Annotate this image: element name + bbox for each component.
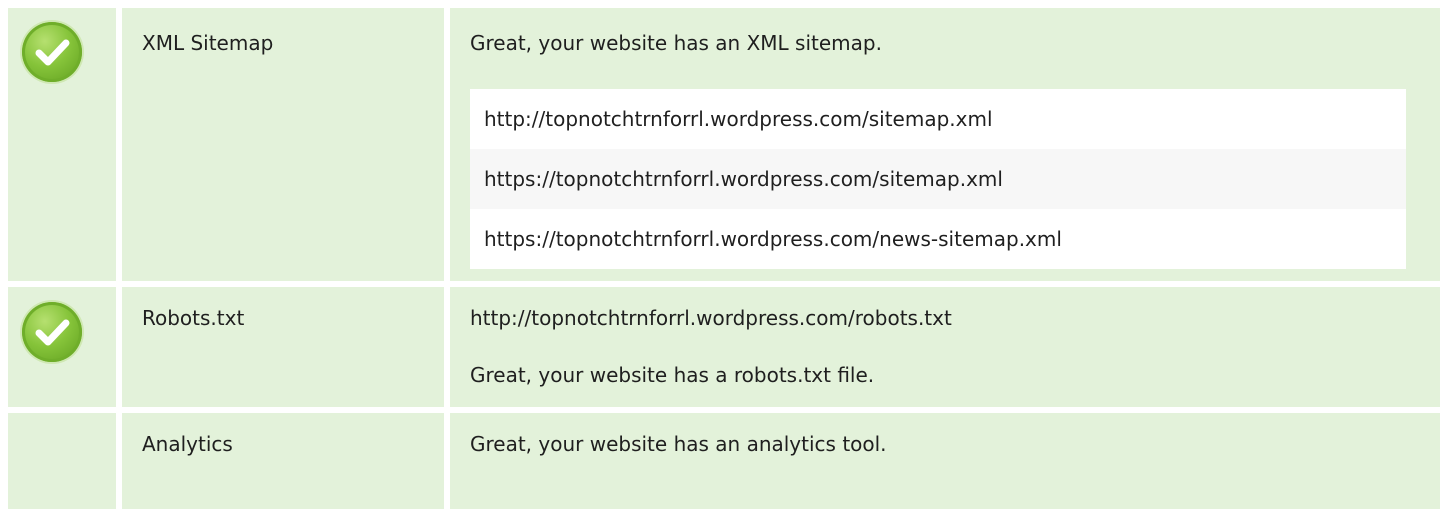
row-label: Robots.txt (142, 306, 245, 330)
result-row-analytics: Analytics Great, your website has an ana… (8, 413, 1440, 509)
check-icon (22, 302, 82, 362)
row-label: Analytics (142, 432, 233, 456)
row-label: XML Sitemap (142, 31, 274, 55)
sitemap-url: https://topnotchtrnforrl.wordpress.com/n… (484, 227, 1062, 251)
sitemap-url: http://topnotchtrnforrl.wordpress.com/si… (484, 107, 993, 131)
result-message: Great, your website has an analytics too… (470, 432, 887, 456)
status-cell (8, 8, 116, 281)
robots-url: http://topnotchtrnforrl.wordpress.com/ro… (470, 306, 952, 330)
label-cell: Robots.txt (122, 287, 444, 407)
sitemap-url-list: http://topnotchtrnforrl.wordpress.com/si… (470, 89, 1406, 269)
sitemap-url: https://topnotchtrnforrl.wordpress.com/s… (470, 149, 1406, 209)
status-cell (8, 413, 116, 509)
check-icon (22, 22, 82, 82)
status-cell (8, 287, 116, 407)
label-cell: Analytics (122, 413, 444, 509)
content-cell: Great, your website has an analytics too… (450, 413, 1440, 509)
result-row-xml-sitemap: XML Sitemap Great, your website has an X… (8, 8, 1440, 281)
result-message: Great, your website has an XML sitemap. (470, 31, 882, 55)
content-cell: http://topnotchtrnforrl.wordpress.com/ro… (450, 287, 1440, 407)
content-cell: Great, your website has an XML sitemap. … (450, 8, 1440, 281)
result-row-robots-txt: Robots.txt http://topnotchtrnforrl.wordp… (8, 287, 1440, 407)
result-message: Great, your website has a robots.txt fil… (470, 363, 875, 387)
label-cell: XML Sitemap (122, 8, 444, 281)
